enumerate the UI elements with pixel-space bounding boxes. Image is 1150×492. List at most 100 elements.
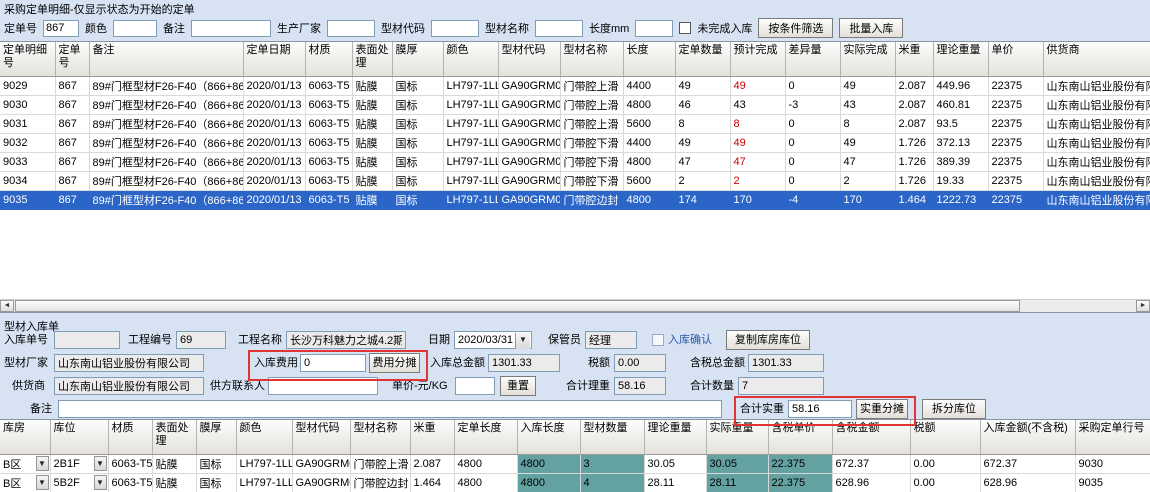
length-filter-input[interactable] <box>635 20 673 37</box>
inbound-fee-input[interactable] <box>300 354 366 372</box>
column-header[interactable]: 材质 <box>108 420 152 455</box>
column-header[interactable]: 预计完成 <box>730 42 785 77</box>
column-header[interactable]: 型材名称 <box>560 42 623 77</box>
color-filter-input[interactable] <box>113 20 157 37</box>
inbound-confirm-checkbox[interactable] <box>652 334 664 346</box>
cell: 0 <box>785 153 840 172</box>
column-header[interactable]: 含税单价 <box>768 420 832 455</box>
project-no-input[interactable] <box>176 331 226 349</box>
column-header[interactable]: 米重 <box>410 420 454 455</box>
column-header[interactable]: 理论重量 <box>933 42 988 77</box>
project-name-input[interactable] <box>286 331 406 349</box>
supplier-contact-input[interactable] <box>268 377 378 395</box>
column-header[interactable]: 型材数量 <box>580 420 644 455</box>
column-header[interactable]: 单价 <box>988 42 1043 77</box>
total-actual-weight-input[interactable] <box>788 400 852 418</box>
manufacturer-filter-input[interactable] <box>327 20 375 37</box>
unit-price-input[interactable] <box>455 377 495 395</box>
column-header[interactable]: 入库金额(不含税) <box>980 420 1075 455</box>
date-picker[interactable]: ▼ <box>454 331 532 349</box>
column-header[interactable]: 库位 <box>50 420 108 455</box>
split-location-button[interactable]: 拆分库位 <box>922 399 986 419</box>
total-qty-label: 合计数量 <box>690 377 734 395</box>
total-with-tax-input[interactable] <box>748 354 824 372</box>
dropdown-arrow-icon[interactable]: ▼ <box>36 475 49 490</box>
column-header[interactable]: 备注 <box>89 42 243 77</box>
scrollbar-thumb[interactable] <box>15 300 1020 312</box>
table-row[interactable]: 903186789#门框型材F26-F40（866+867）2020/01/13… <box>0 115 1150 134</box>
filter-by-condition-button[interactable]: 按条件筛选 <box>758 18 833 38</box>
table-row[interactable]: 903286789#门框型材F26-F40（866+867）2020/01/13… <box>0 134 1150 153</box>
column-header[interactable]: 材质 <box>305 42 352 77</box>
column-header[interactable]: 采购定单行号 <box>1075 420 1150 455</box>
table-row[interactable]: 903086789#门框型材F26-F40（866+867）2020/01/13… <box>0 96 1150 115</box>
column-header[interactable]: 膜厚 <box>196 420 236 455</box>
column-header[interactable]: 定单号 <box>55 42 89 77</box>
dropdown-arrow-icon[interactable]: ▼ <box>94 475 107 490</box>
scroll-right-icon[interactable]: ► <box>1136 300 1150 312</box>
table-row[interactable]: B区▼5B2F▼6063-T5贴膜国标LH797-1LL0GA90GRM05门带… <box>0 474 1150 492</box>
column-header[interactable]: 颜色 <box>443 42 498 77</box>
supplier-input[interactable] <box>54 377 204 395</box>
cell: 2.087 <box>895 96 933 115</box>
dropdown-arrow-icon[interactable]: ▼ <box>94 456 107 471</box>
column-header[interactable]: 供货商 <box>1043 42 1150 77</box>
cell: 2020/01/13 <box>243 172 305 191</box>
unfinished-inbound-checkbox[interactable] <box>679 22 691 34</box>
column-header[interactable]: 库房 <box>0 420 50 455</box>
tax-input[interactable] <box>614 354 666 372</box>
total-theory-weight-input[interactable] <box>614 377 666 395</box>
batch-inbound-button[interactable]: 批量入库 <box>839 18 903 38</box>
column-header[interactable]: 长度 <box>623 42 675 77</box>
inbound-total-amount-input[interactable] <box>488 354 560 372</box>
orders-table-area: 定单明细号定单号备注定单日期材质表面处理膜厚颜色型材代码型材名称长度定单数量预计… <box>0 41 1150 313</box>
column-header[interactable]: 税额 <box>910 420 980 455</box>
total-qty-input[interactable] <box>738 377 824 395</box>
profile-factory-input[interactable] <box>54 354 204 372</box>
inbound-remark-label: 备注 <box>30 400 52 418</box>
column-header[interactable]: 实际完成 <box>840 42 895 77</box>
dropdown-arrow-icon[interactable]: ▼ <box>36 456 49 471</box>
table-row[interactable]: 902986789#门框型材F26-F40（866+867）2020/01/13… <box>0 77 1150 96</box>
profile-code-filter-input[interactable] <box>431 20 479 37</box>
column-header[interactable]: 表面处理 <box>352 42 392 77</box>
inbound-remark-input[interactable] <box>58 400 722 418</box>
actual-weight-allocate-button[interactable]: 实重分摊 <box>856 399 908 419</box>
column-header[interactable]: 颜色 <box>236 420 292 455</box>
table-row[interactable]: 903586789#门框型材F26-F40（866+867）2020/01/13… <box>0 191 1150 210</box>
column-header[interactable]: 定单明细号 <box>0 42 55 77</box>
keeper-input[interactable] <box>585 331 637 349</box>
column-header[interactable]: 米重 <box>895 42 933 77</box>
column-header[interactable]: 型材代码 <box>498 42 560 77</box>
calendar-dropdown-icon[interactable]: ▼ <box>515 333 530 349</box>
scroll-left-icon[interactable]: ◄ <box>0 300 14 312</box>
remark-filter-input[interactable] <box>191 20 271 37</box>
cell: GA90GRM03 <box>292 455 350 474</box>
column-header[interactable]: 型材名称 <box>350 420 410 455</box>
horizontal-scrollbar[interactable]: ◄ ► <box>0 299 1150 312</box>
column-header[interactable]: 实际重量 <box>706 420 768 455</box>
order-no-filter-input[interactable] <box>43 20 79 37</box>
inbound-no-input[interactable] <box>54 331 120 349</box>
column-header[interactable]: 型材代码 <box>292 420 350 455</box>
table-row[interactable]: 903486789#门框型材F26-F40（866+867）2020/01/13… <box>0 172 1150 191</box>
column-header[interactable]: 定单数量 <box>675 42 730 77</box>
copy-warehouse-location-button[interactable]: 复制库房库位 <box>726 330 810 350</box>
cell: 4 <box>580 474 644 492</box>
column-header[interactable]: 理论重量 <box>644 420 706 455</box>
column-header[interactable]: 入库长度 <box>517 420 580 455</box>
reset-button[interactable]: 重置 <box>500 376 536 396</box>
column-header[interactable]: 定单日期 <box>243 42 305 77</box>
profile-name-filter-input[interactable] <box>535 20 583 37</box>
column-header[interactable]: 含税金额 <box>832 420 910 455</box>
column-header[interactable]: 表面处理 <box>152 420 196 455</box>
table-row[interactable]: B区▼2B1F▼6063-T5贴膜国标LH797-1LL0GA90GRM03门带… <box>0 455 1150 474</box>
table-row[interactable]: 903386789#门框型材F26-F40（866+867）2020/01/13… <box>0 153 1150 172</box>
cell: 22.375 <box>768 474 832 492</box>
fee-allocate-button[interactable]: 费用分摊 <box>369 353 420 373</box>
cell: 1.726 <box>895 172 933 191</box>
column-header[interactable]: 膜厚 <box>392 42 443 77</box>
column-header[interactable]: 定单长度 <box>454 420 517 455</box>
cell: 门带腔上滑 <box>560 96 623 115</box>
column-header[interactable]: 差异量 <box>785 42 840 77</box>
